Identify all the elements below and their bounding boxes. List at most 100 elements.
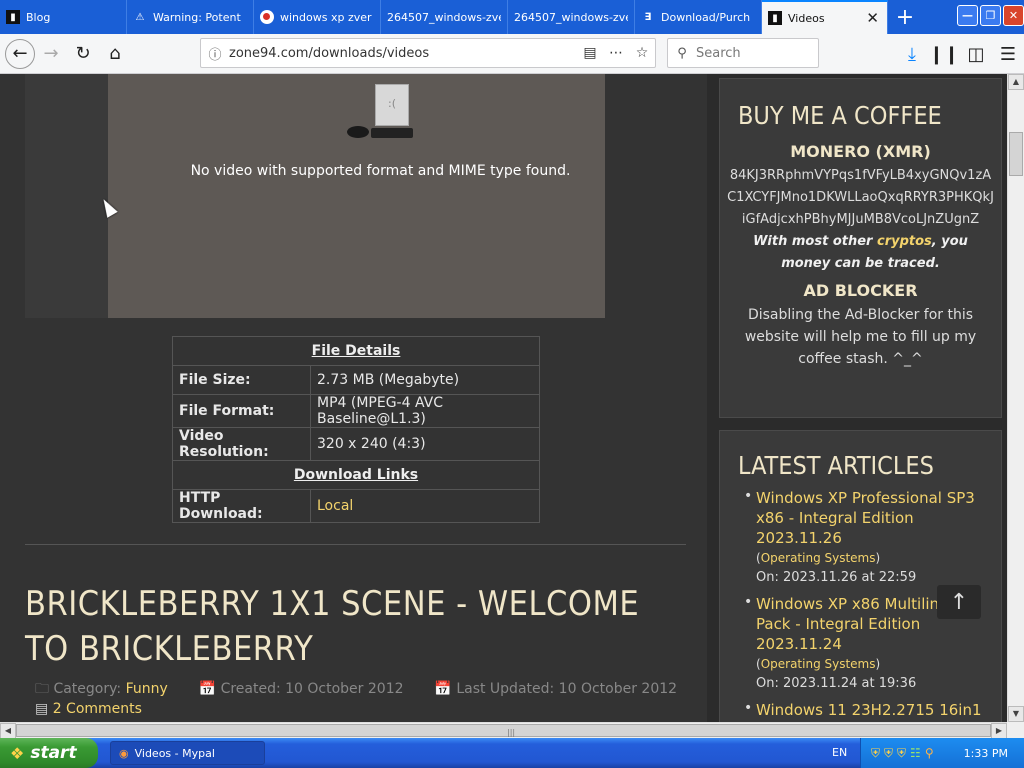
sidebar-toggle-icon[interactable]: ◫ <box>960 38 992 70</box>
scroll-thumb[interactable]: ||| <box>16 724 991 737</box>
tab-download[interactable]: ∃ Download/Purch <box>635 0 762 34</box>
broken-video-icon: :( <box>347 84 417 140</box>
article-category: (Operating Systems) <box>756 551 881 565</box>
video-player[interactable]: :( No video with supported format and MI… <box>25 74 605 318</box>
table-row: HTTP Download: Local <box>172 489 540 523</box>
tab-windows-zver-2[interactable]: 264507_windows-zve <box>508 0 635 34</box>
window-controls: — ❐ ✕ <box>957 5 1024 26</box>
article-link[interactable]: Windows XP Professional SP3 x86 - Integr… <box>756 488 991 548</box>
mypal-icon: ◉ <box>119 746 129 760</box>
detail-value: 2.73 MB (Megabyte) <box>310 365 540 395</box>
scroll-to-top-button[interactable]: ↑ <box>937 585 981 619</box>
scroll-up-arrow-icon[interactable]: ▲ <box>1008 74 1024 90</box>
shield-icon[interactable]: ⛨ <box>897 746 906 761</box>
tab-label: 264507_windows-zve <box>514 10 628 24</box>
article-date: On: 2023.11.24 at 19:36 <box>756 676 917 691</box>
detail-key: HTTP Download: <box>172 489 311 523</box>
category-link[interactable]: Funny <box>126 681 168 697</box>
bookmark-star-icon[interactable]: ☆ <box>629 45 655 61</box>
reader-view-icon[interactable]: ▤ <box>577 45 603 61</box>
tab-label: Download/Purch <box>661 10 751 24</box>
vertical-scrollbar[interactable]: ▲ ▼ <box>1007 74 1024 722</box>
more-actions-icon[interactable]: ⋯ <box>603 45 629 61</box>
article-title[interactable]: BRICKLEBERRY 1X1 SCENE - WELCOME TO BRIC… <box>25 582 665 672</box>
tab-blog[interactable]: ▮ Blog <box>0 0 127 34</box>
detail-key: Video Resolution: <box>172 427 311 461</box>
close-window-button[interactable]: ✕ <box>1003 5 1024 26</box>
tab-label: Videos <box>788 11 825 25</box>
local-download-link[interactable]: Local <box>310 489 540 523</box>
search-tray-icon[interactable]: ⚲ <box>925 746 934 760</box>
terminal-icon: ▮ <box>6 10 20 24</box>
taskbar-item-mypal[interactable]: ◉ Videos - Mypal <box>110 741 265 765</box>
search-input[interactable]: ⚲ Search <box>667 38 819 68</box>
library-icon[interactable]: ❙❙ <box>928 38 960 70</box>
menu-icon[interactable]: ☰ <box>992 38 1024 70</box>
start-button[interactable]: ❖ start <box>0 738 98 768</box>
scroll-left-arrow-icon[interactable]: ◀ <box>0 723 16 739</box>
new-tab-button[interactable]: + <box>888 0 922 34</box>
detail-value: 320 x 240 (4:3) <box>310 427 540 461</box>
reload-button[interactable]: ↻ <box>67 38 99 70</box>
warning-icon: ⚠ <box>135 11 145 23</box>
url-text: zone94.com/downloads/videos <box>229 45 430 61</box>
scroll-down-arrow-icon[interactable]: ▼ <box>1008 706 1024 722</box>
language-indicator[interactable]: EN <box>832 746 847 759</box>
scroll-corner <box>1007 722 1024 738</box>
scroll-thumb[interactable] <box>1009 132 1023 176</box>
comments-link[interactable]: ▤ 2 Comments <box>35 701 142 717</box>
sidebar: BUY ME A COFFEE MONERO (XMR) 84KJ3RRphmV… <box>707 74 1007 722</box>
search-icon: ⚲ <box>677 45 687 61</box>
download-icon[interactable]: ⤓ <box>896 38 928 70</box>
article-category: (Operating Systems) <box>756 657 881 671</box>
search-placeholder: Search <box>696 45 741 61</box>
coffee-title: BUY ME A COFFEE <box>738 101 942 130</box>
tab-label: windows xp zver <box>280 10 372 24</box>
tab-warning[interactable]: ⚠ Warning: Potent <box>127 0 254 34</box>
cryptos-link[interactable]: cryptos <box>877 234 932 249</box>
monero-address[interactable]: 84KJ3RRphmVYPqs1fVFyLB4xyGNQv1zAC1XCYFJM… <box>720 165 1001 231</box>
tab-videos[interactable]: ▮ Videos ✕ <box>762 0 888 34</box>
file-details-header: File Details <box>172 336 540 366</box>
shield-icon[interactable]: ⛨ <box>884 746 893 761</box>
created-date: Created: 10 October 2012 <box>220 681 404 697</box>
start-label: start <box>30 743 77 763</box>
category-link[interactable]: Operating Systems <box>761 551 876 565</box>
list-item: Windows XP Professional SP3 x86 - Integr… <box>744 488 991 588</box>
info-icon[interactable]: ⓘ <box>201 44 229 63</box>
navigation-bar: ← → ↻ ⌂ ⓘ zone94.com/downloads/videos ▤ … <box>0 34 1024 74</box>
table-row: Video Resolution: 320 x 240 (4:3) <box>172 427 540 461</box>
category-link[interactable]: Operating Systems <box>761 657 876 671</box>
back-button[interactable]: ← <box>5 38 35 69</box>
d-logo-icon: ∃ <box>644 11 652 23</box>
shield-icon[interactable]: ⛨ <box>871 746 880 761</box>
table-row: File Format: MP4 (MPEG-4 AVC Baseline@L1… <box>172 394 540 428</box>
task-label: Videos - Mypal <box>134 746 215 760</box>
toolbar-right: ⤓ ❙❙ ◫ ☰ <box>896 38 1024 70</box>
detail-value: MP4 (MPEG-4 AVC Baseline@L1.3) <box>310 394 540 428</box>
adblock-title: AD BLOCKER <box>803 281 918 300</box>
maximize-button[interactable]: ❐ <box>980 5 1001 26</box>
tab-label: 264507_windows-zve <box>387 10 501 24</box>
monero-title: MONERO (XMR) <box>790 142 931 161</box>
page-viewport: :( No video with supported format and MI… <box>0 74 1007 722</box>
folder-icon: 🗀 <box>35 681 49 697</box>
scroll-right-arrow-icon[interactable]: ▶ <box>991 723 1007 739</box>
close-tab-icon[interactable]: ✕ <box>866 9 879 27</box>
article-meta: 🗀 Category: Funny 📅 Created: 10 October … <box>35 678 677 702</box>
download-links-header: Download Links <box>172 460 540 490</box>
home-button[interactable]: ⌂ <box>99 38 131 70</box>
note-text-pre: With most other <box>753 234 877 249</box>
network-icon[interactable]: ☷ <box>910 746 921 760</box>
windows-flag-icon: ❖ <box>10 743 25 763</box>
url-bar[interactable]: ⓘ zone94.com/downloads/videos ▤ ⋯ ☆ <box>200 38 656 68</box>
horizontal-scrollbar[interactable]: ◀ ||| ▶ <box>0 722 1007 739</box>
tab-label: Blog <box>26 10 51 24</box>
coffee-widget: BUY ME A COFFEE MONERO (XMR) 84KJ3RRphmV… <box>719 78 1002 418</box>
forward-button[interactable]: → <box>35 38 67 70</box>
tab-windows-zver-1[interactable]: 264507_windows-zve <box>381 0 508 34</box>
minimize-button[interactable]: — <box>957 5 978 26</box>
tab-google-search[interactable]: windows xp zver <box>254 0 381 34</box>
article-link[interactable]: Windows 11 23H2.2715 16in1 <box>756 700 991 720</box>
comment-icon: ▤ <box>35 701 49 717</box>
